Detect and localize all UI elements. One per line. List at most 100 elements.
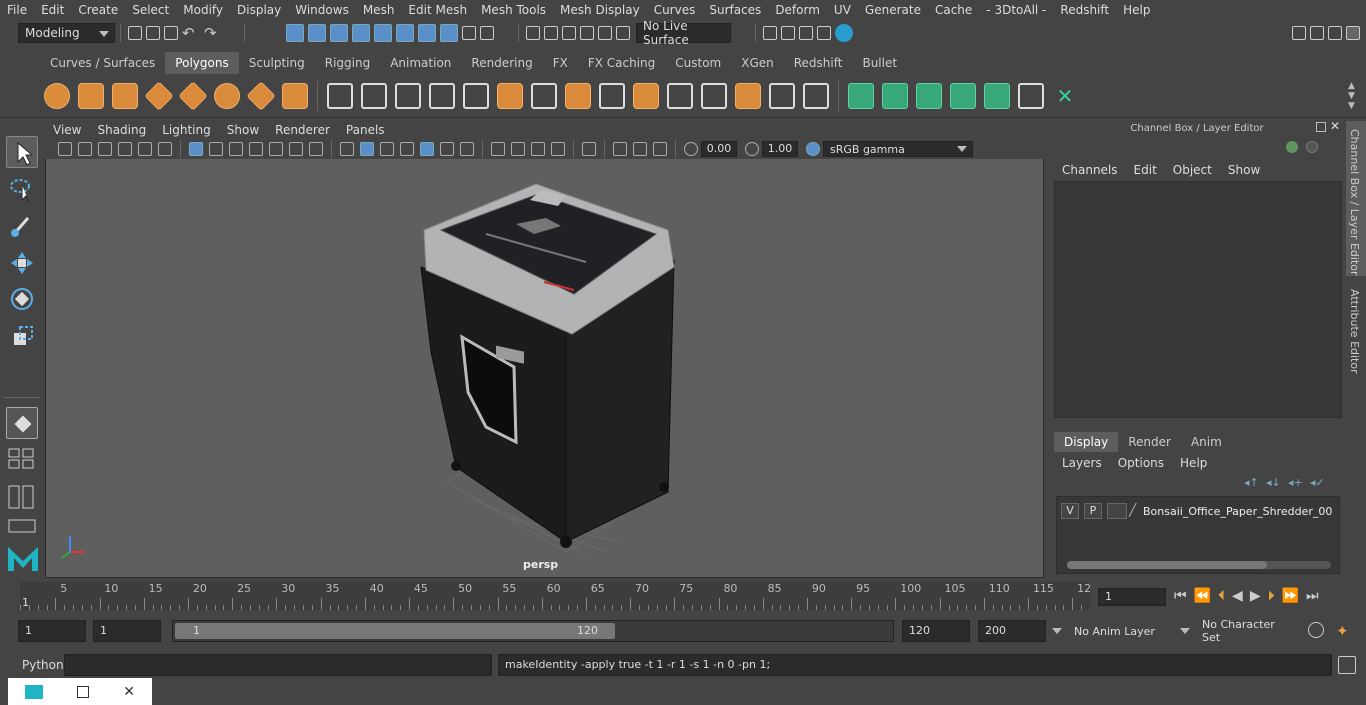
planar-uv-icon[interactable]: [848, 82, 874, 109]
new-scene-icon[interactable]: [128, 26, 142, 40]
ambient-occlusion-icon[interactable]: [460, 142, 474, 156]
textured-icon[interactable]: [400, 142, 414, 156]
select-toggle-icon[interactable]: [480, 26, 494, 40]
wireframe-shaded-icon[interactable]: [380, 142, 394, 156]
viewport-scene[interactable]: [46, 122, 1043, 577]
poly-pipe-icon[interactable]: [282, 82, 308, 109]
insert-edge-loop-icon[interactable]: [667, 82, 693, 109]
layer-tab-anim[interactable]: Anim: [1181, 432, 1232, 452]
toggle-channel-box-icon[interactable]: [1346, 26, 1360, 40]
layer-tab-display[interactable]: Display: [1054, 432, 1119, 452]
shelf-tab-curves-surfaces[interactable]: Curves / Surfaces: [40, 52, 165, 74]
new-layer-icon[interactable]: ◂+: [1288, 476, 1304, 489]
layer-row[interactable]: V P ╱ Bonsaii_Office_Paper_Shredder_001_…: [1061, 503, 1333, 519]
render-settings-icon[interactable]: [817, 26, 831, 40]
play-forward-icon[interactable]: ▶: [1250, 588, 1261, 604]
viewport-menu-view[interactable]: View: [45, 123, 89, 137]
side-tab-channel-box[interactable]: Channel Box / Layer Editor: [1348, 129, 1361, 276]
step-forward-key-icon[interactable]: ⏵: [1268, 588, 1275, 604]
go-to-start-icon[interactable]: ⏮: [1174, 588, 1187, 604]
move-layer-up-icon[interactable]: ◂↑: [1244, 476, 1260, 489]
bookmark-icon[interactable]: [98, 142, 112, 156]
menu-display[interactable]: Display: [230, 3, 288, 17]
poly-cube-icon[interactable]: [78, 82, 104, 109]
step-forward-icon[interactable]: ⏩: [1282, 588, 1299, 604]
shelf-menu-icon[interactable]: [0, 52, 40, 74]
rotate-tool-icon[interactable]: [6, 283, 38, 315]
menu-mesh-display[interactable]: Mesh Display: [553, 3, 647, 17]
menu-mesh[interactable]: Mesh: [356, 3, 402, 17]
menu-select[interactable]: Select: [125, 3, 176, 17]
menu-windows[interactable]: Windows: [288, 3, 356, 17]
shelf-tab-xgen[interactable]: XGen: [731, 52, 784, 74]
snap-point-icon[interactable]: [396, 24, 414, 42]
field-chart-icon[interactable]: [269, 142, 283, 156]
new-layer-selected-icon[interactable]: ◂✓: [1310, 476, 1326, 489]
menu-deform[interactable]: Deform: [768, 3, 827, 17]
shelf-tab-fx[interactable]: FX: [543, 52, 578, 74]
select-hierarchy-icon[interactable]: [286, 24, 304, 42]
close-panel-icon[interactable]: ✕: [1330, 119, 1340, 133]
make-live-icon[interactable]: [544, 26, 558, 40]
menu-modify[interactable]: Modify: [176, 3, 230, 17]
uv-layout-icon[interactable]: ✕: [1052, 83, 1078, 109]
layout-quad-icon[interactable]: [6, 483, 38, 511]
help-icon[interactable]: [440, 24, 458, 42]
channel-box-area[interactable]: [1054, 181, 1342, 418]
gamma-icon[interactable]: [745, 142, 759, 156]
extrude-icon[interactable]: [565, 82, 591, 109]
paper-shredder-model[interactable]: [420, 183, 675, 548]
channel-menu-object[interactable]: Object: [1165, 163, 1220, 177]
command-input[interactable]: [64, 654, 492, 676]
resolution-gate-icon[interactable]: [229, 142, 243, 156]
mirror-icon[interactable]: [395, 82, 421, 109]
select-tool-icon[interactable]: [6, 136, 38, 168]
channel-menu-edit[interactable]: Edit: [1126, 163, 1165, 177]
move-tool-icon[interactable]: [6, 247, 38, 279]
shelf-tab-rendering[interactable]: Rendering: [461, 52, 542, 74]
wireframe-icon[interactable]: [340, 142, 354, 156]
menu-curves[interactable]: Curves: [647, 3, 703, 17]
toggle-attribute-icon[interactable]: [1310, 26, 1324, 40]
xray-icon[interactable]: [491, 142, 505, 156]
save-scene-icon[interactable]: [164, 26, 178, 40]
mode-dropdown[interactable]: Modeling: [18, 23, 115, 43]
frame-all-icon[interactable]: [613, 142, 627, 156]
paint-select-tool-icon[interactable]: [6, 209, 38, 241]
shelf-tab-bullet[interactable]: Bullet: [852, 52, 907, 74]
toggle-tool-settings-icon[interactable]: [1328, 26, 1342, 40]
render-view-icon[interactable]: [763, 26, 777, 40]
range-slider-handle[interactable]: [175, 623, 615, 639]
curve-snap-icon[interactable]: [562, 26, 576, 40]
offset-edge-icon[interactable]: [701, 82, 727, 109]
select-object-icon[interactable]: [308, 24, 326, 42]
layer-type[interactable]: [1107, 503, 1127, 519]
maya-logo-icon[interactable]: [6, 541, 38, 575]
render-frame-icon[interactable]: [781, 26, 795, 40]
layer-scrollbar[interactable]: [1067, 561, 1331, 569]
channel-box-axis-icon[interactable]: [1286, 141, 1298, 153]
step-back-key-icon[interactable]: ⏴: [1218, 588, 1225, 604]
step-back-icon[interactable]: ⏪: [1194, 588, 1211, 604]
shelf-scroll-icon[interactable]: ▲ ▼ ▼: [1348, 81, 1358, 111]
rotate-icon[interactable]: [616, 26, 630, 40]
2d-pan-icon[interactable]: [138, 142, 152, 156]
menu-create[interactable]: Create: [71, 3, 125, 17]
ipr-render-icon[interactable]: [799, 26, 813, 40]
snap-view-icon[interactable]: [418, 24, 436, 42]
spherical-uv-icon[interactable]: [916, 82, 942, 109]
scale-tool-icon[interactable]: [6, 321, 38, 353]
extract-icon[interactable]: [463, 82, 489, 109]
auto-uv-icon[interactable]: [950, 82, 976, 109]
shadows-icon[interactable]: [440, 142, 454, 156]
lasso-tool-icon[interactable]: [6, 173, 38, 205]
xray-joints-icon[interactable]: [511, 142, 525, 156]
frame-selected-icon[interactable]: [633, 142, 647, 156]
smooth-icon[interactable]: [429, 82, 455, 109]
layer-tab-render[interactable]: Render: [1118, 432, 1181, 452]
redo-icon[interactable]: ↷: [204, 24, 222, 42]
poly-cone-icon[interactable]: [144, 80, 174, 111]
menu-cache[interactable]: Cache: [928, 3, 979, 17]
poly-torus-icon[interactable]: [214, 82, 240, 109]
menu-help[interactable]: Help: [1116, 3, 1157, 17]
